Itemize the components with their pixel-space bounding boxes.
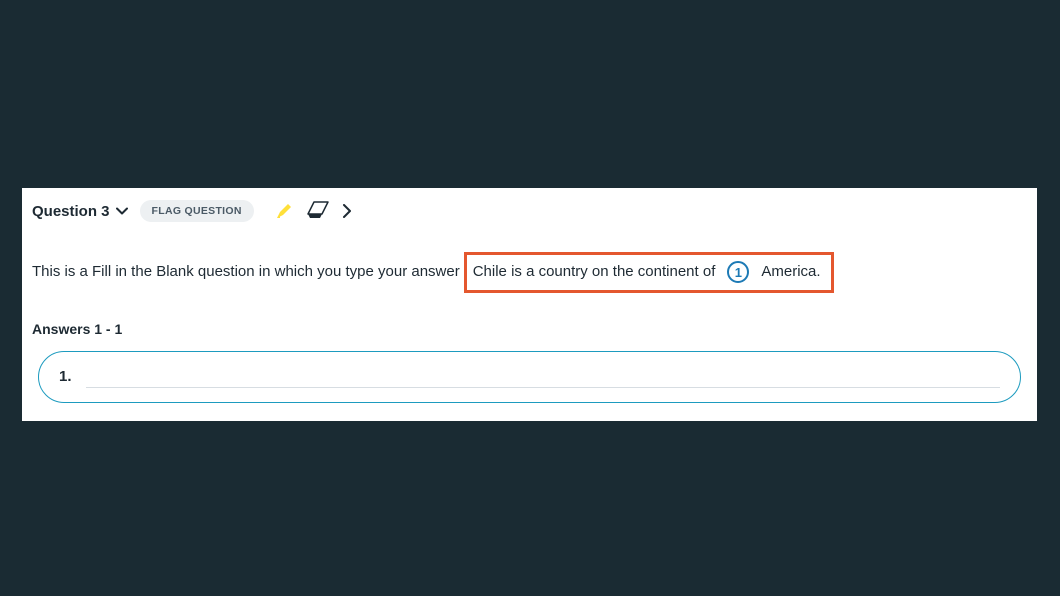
eraser-tool[interactable] (306, 200, 330, 222)
flag-question-button[interactable]: FLAG QUESTION (140, 200, 254, 222)
prompt-line: This is a Fill in the Blank question in … (32, 252, 834, 293)
answer-field[interactable]: 1. (38, 351, 1021, 403)
eraser-icon (306, 200, 330, 222)
toolbar (274, 200, 352, 222)
blank-marker: 1 (727, 261, 749, 283)
answer-input[interactable] (86, 366, 1000, 388)
chevron-down-icon (116, 205, 128, 217)
answers-section-label: Answers 1 - 1 (32, 321, 1029, 337)
callout-highlight: Chile is a country on the continent of 1… (464, 252, 834, 293)
question-card: Question 3 FLAG QUESTION (22, 188, 1037, 421)
chevron-right-icon[interactable] (342, 204, 352, 218)
sentence-before-blank: Chile is a country on the continent of (473, 261, 716, 284)
question-title-toggle[interactable]: Question 3 (32, 203, 128, 220)
question-number-label: Question 3 (32, 203, 110, 220)
sentence-after-blank: America. (761, 261, 820, 284)
question-body: This is a Fill in the Blank question in … (30, 252, 1029, 293)
answer-item-number: 1. (59, 368, 72, 385)
question-header: Question 3 FLAG QUESTION (30, 200, 1029, 222)
highlighter-tool[interactable] (274, 201, 294, 221)
highlighter-icon (274, 201, 294, 221)
instruction-text: This is a Fill in the Blank question in … (32, 261, 460, 284)
